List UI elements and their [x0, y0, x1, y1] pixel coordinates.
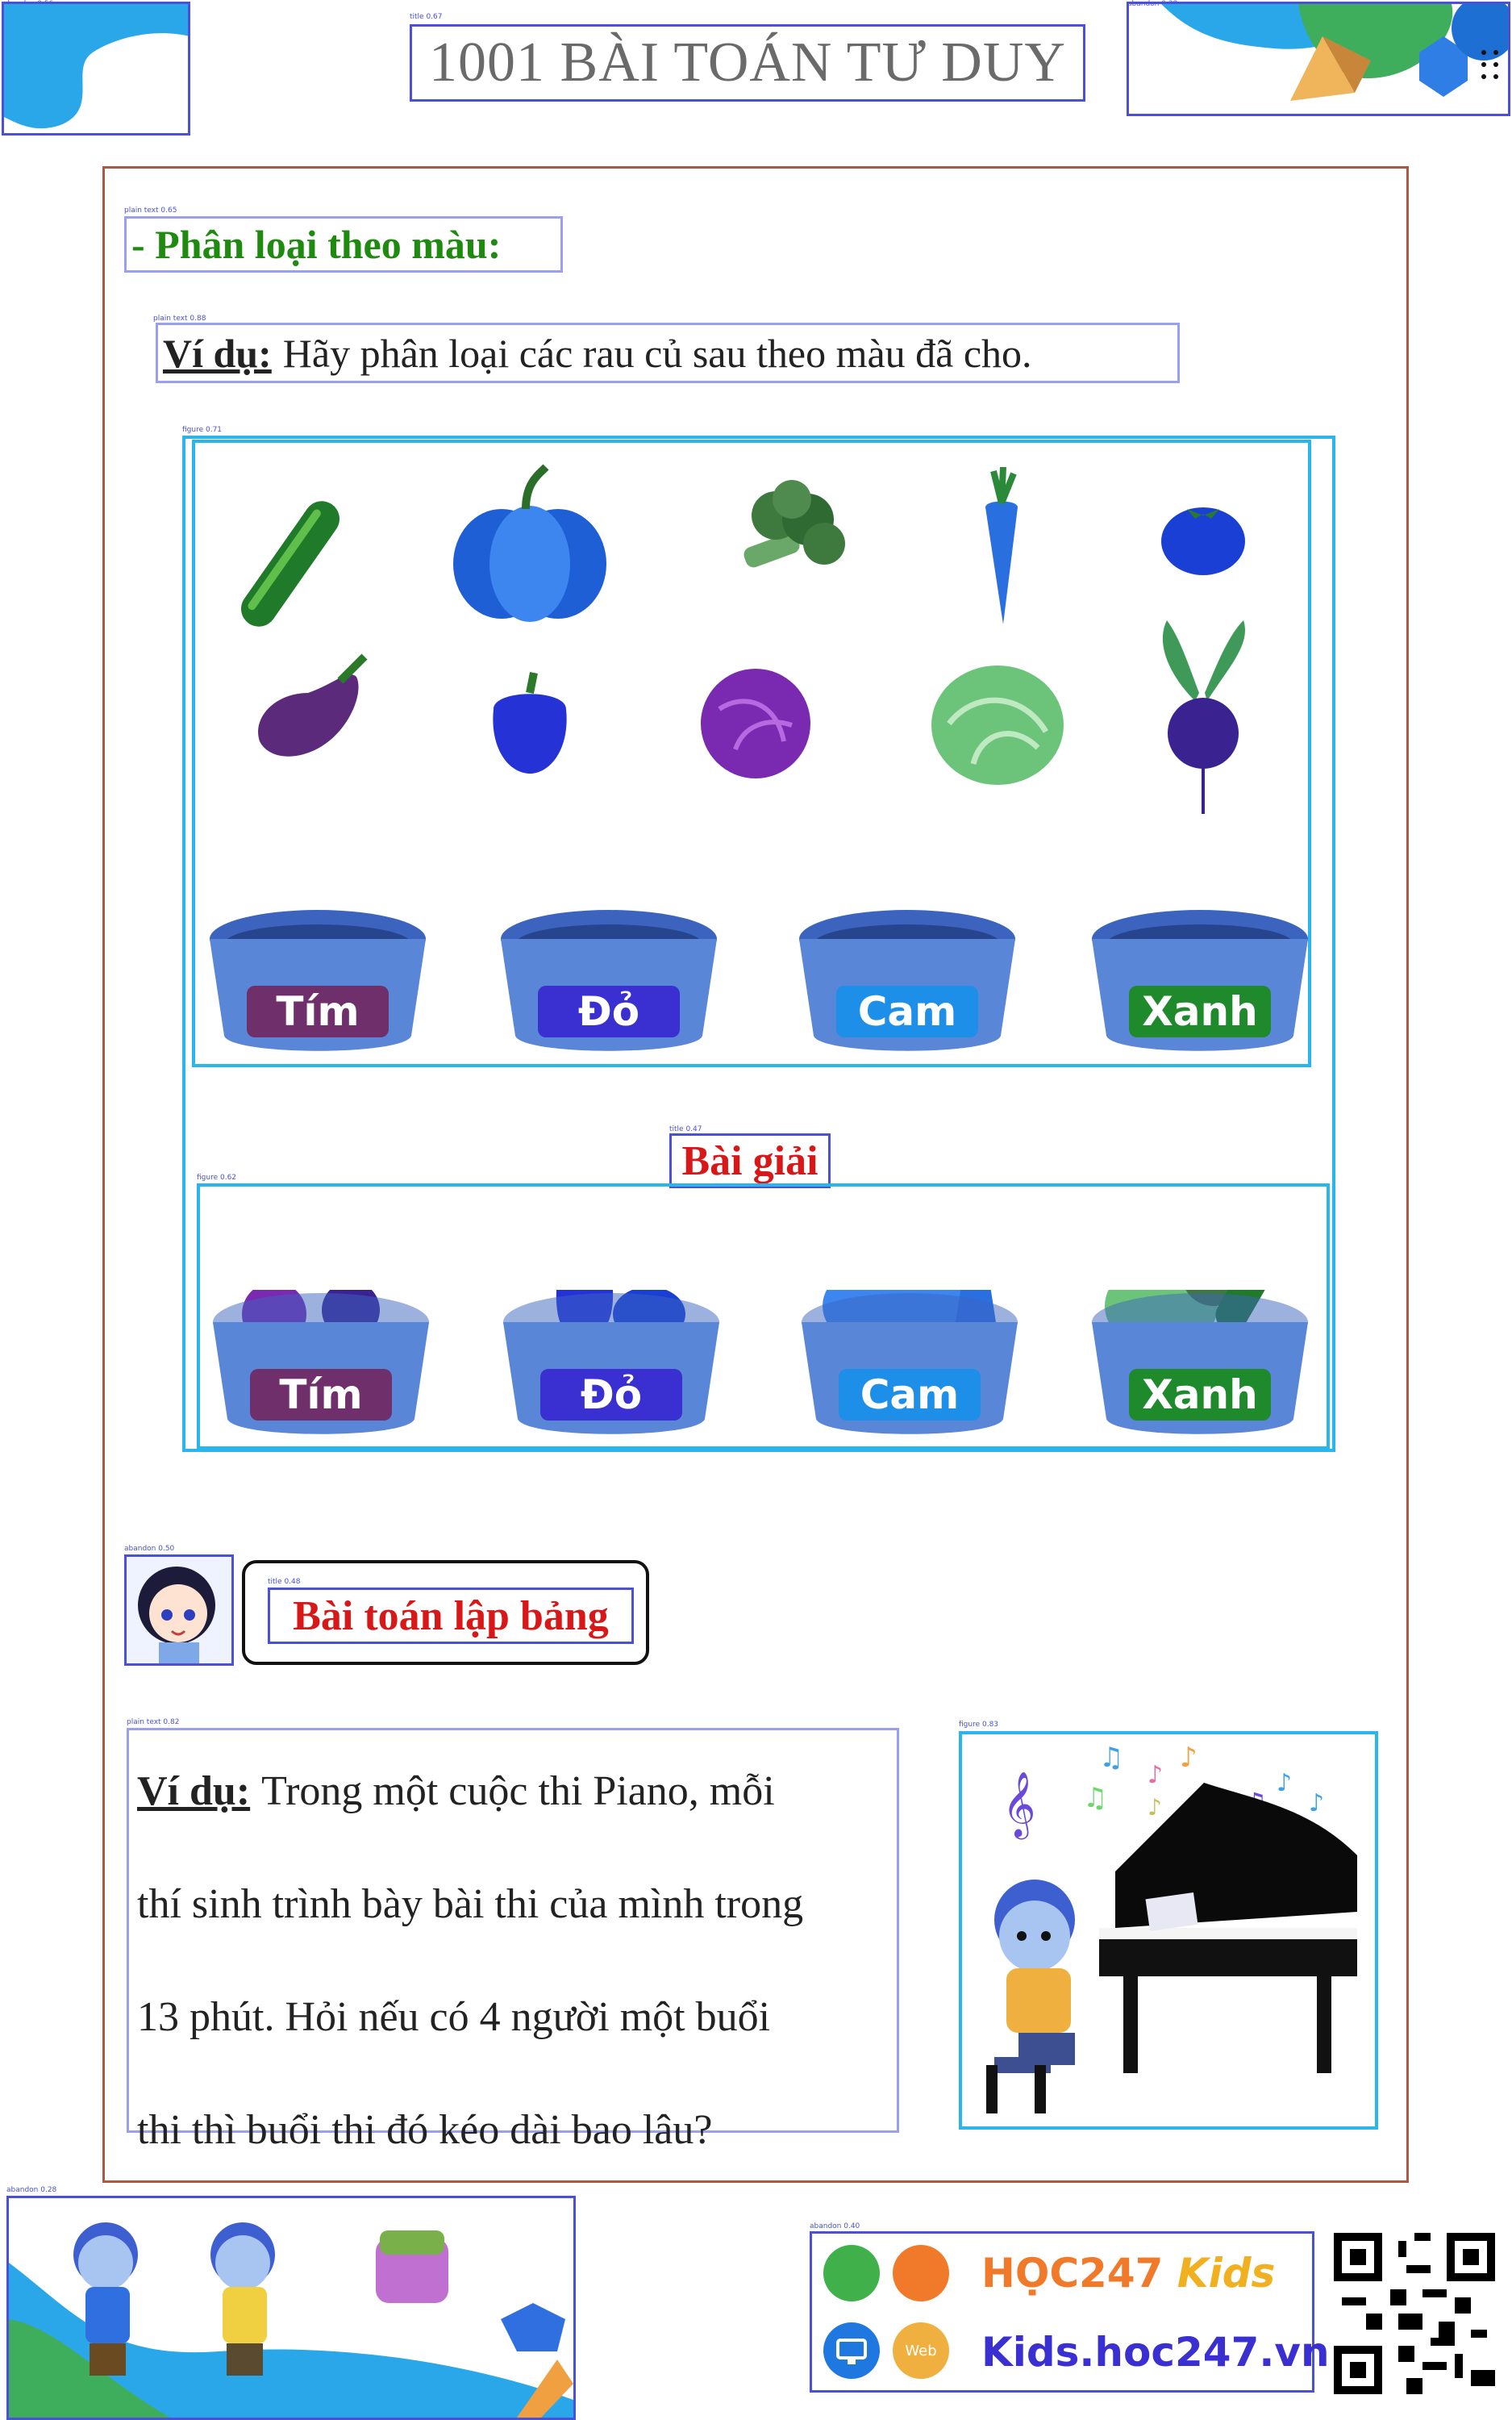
- wave-decoration: [4, 4, 188, 129]
- basket-red: Đỏ: [498, 907, 720, 1060]
- piano-boy-illustration: 𝄞 ♫ ♫ ♪ ♪ ♪ ♫ ♪ ♪: [986, 1742, 1357, 2113]
- detection-tag: figure 0.71: [182, 426, 223, 434]
- basket-label: Đỏ: [540, 1369, 682, 1421]
- detection-tag: figure 0.62: [197, 1174, 237, 1182]
- solution-figure: Tím Đỏ Cam Xanh: [197, 1183, 1330, 1450]
- problem-line: Ví dụ: Trong một cuộc thi Piano, mỗi: [137, 1768, 775, 1814]
- website-link[interactable]: Kids.hoc247.vn: [981, 2329, 1330, 2376]
- cucumber-icon: [240, 501, 340, 627]
- svg-text:♪: ♪: [1180, 1742, 1198, 1774]
- monitor-icon: [836, 2339, 867, 2364]
- basket-label: Cam: [836, 986, 978, 1037]
- qr-code: [1334, 2233, 1495, 2394]
- web-badge: Web: [893, 2322, 949, 2379]
- problem-line: thi thì buổi thi đó kéo dài bao lâu?: [137, 2107, 713, 2153]
- svg-text:♪: ♪: [1277, 1769, 1292, 1797]
- svg-text:♪: ♪: [1148, 1761, 1163, 1789]
- red-cabbage-icon: [701, 669, 810, 778]
- avatar: [124, 1554, 234, 1666]
- detection-tag: plain text 0.88: [153, 315, 206, 323]
- example-label: Ví dụ:: [163, 330, 272, 376]
- qr-code-icon: [1334, 2233, 1495, 2394]
- beetroot-icon: [1162, 620, 1245, 814]
- basket-purple: Tím: [206, 907, 429, 1060]
- detection-tag: plain text 0.82: [127, 1718, 180, 1726]
- broccoli-icon: [744, 480, 845, 568]
- desktop-icon: [823, 2322, 880, 2379]
- footer-illustration: [6, 2196, 576, 2420]
- svg-text:𝄞: 𝄞: [1002, 1771, 1035, 1839]
- example-sentence: Ví dụ: Hãy phân loại các rau củ sau theo…: [156, 323, 1180, 383]
- detection-tag: abandon 0.50: [124, 1545, 175, 1553]
- detection-tag: abandon 0.28: [6, 2186, 57, 2194]
- mascot-icon: [893, 2245, 949, 2301]
- example-text: Hãy phân loại các rau củ sau theo màu đã…: [282, 330, 1032, 376]
- detection-tag: title 0.67: [410, 13, 443, 21]
- problem-line: thí sinh trình bày bài thi của mình tron…: [137, 1881, 804, 1927]
- example-label: Ví dụ:: [137, 1768, 251, 1814]
- detection-tag: plain text 0.65: [124, 207, 177, 215]
- kids-illustration: [9, 2222, 573, 2418]
- basket-label: Cam: [839, 1369, 981, 1421]
- corner-decoration-right: [1127, 2, 1510, 116]
- problem-line: 13 phút. Hỏi nếu có 4 người một buổi: [137, 1994, 771, 2040]
- brand-name: HỌC247: [981, 2250, 1164, 2297]
- basket-green: Xanh: [1089, 907, 1311, 1060]
- android-apple-icon: [823, 2245, 880, 2301]
- basket-orange: Cam: [796, 907, 1018, 1060]
- detection-tag: abandon 0.40: [810, 2222, 860, 2230]
- section-heading-color: - Phân loại theo màu:: [124, 216, 563, 273]
- svg-text:♪: ♪: [1309, 1789, 1324, 1817]
- solution-basket-orange: Cam: [798, 1193, 1021, 1443]
- shapes-decoration: [1161, 4, 1508, 101]
- basket-label: Tím: [250, 1369, 392, 1421]
- solution-basket-red: Đỏ: [500, 1278, 723, 1443]
- basket-label: Đỏ: [538, 986, 680, 1037]
- svg-text:♫: ♫: [1083, 1782, 1107, 1814]
- brand-kids: Kids: [1177, 2250, 1276, 2297]
- section-heading-table: Bài toán lập bảng: [268, 1588, 634, 1644]
- corner-decoration-left: [2, 2, 190, 136]
- eggplant-icon: [258, 653, 368, 757]
- girl-avatar-icon: [138, 1567, 215, 1663]
- problem-text: Ví dụ: Trong một cuộc thi Piano, mỗi thí …: [127, 1728, 899, 2153]
- basket-label: Xanh: [1129, 1369, 1271, 1421]
- puzzle-figure: Tím Đỏ Cam Xanh: [192, 440, 1311, 1067]
- basket-label: Xanh: [1129, 986, 1271, 1037]
- cabbage-icon: [931, 666, 1064, 785]
- page-title: 1001 BÀI TOÁN TƯ DUY: [410, 24, 1085, 102]
- solution-basket-purple: Tím: [210, 1193, 432, 1443]
- pumpkin-icon: [453, 464, 606, 622]
- brand-block: HỌC247 Kids Web Kids.hoc247.vn: [810, 2231, 1330, 2393]
- detection-tag: title 0.48: [268, 1578, 301, 1586]
- solution-title: Bài giải: [669, 1133, 831, 1188]
- piano-figure: 𝄞 ♫ ♫ ♪ ♪ ♪ ♫ ♪ ♪: [959, 1731, 1378, 2130]
- solution-basket-green: Xanh: [1089, 1208, 1311, 1443]
- basket-label: Tím: [247, 986, 389, 1037]
- bell-pepper-icon: [493, 672, 567, 774]
- svg-text:♪: ♪: [1148, 1794, 1162, 1821]
- detection-tag: title 0.47: [669, 1125, 702, 1133]
- detection-tag: figure 0.83: [959, 1721, 999, 1729]
- carrot-icon: [985, 467, 1018, 624]
- svg-text:♫: ♫: [1099, 1742, 1123, 1774]
- tomato-icon: [1161, 507, 1245, 575]
